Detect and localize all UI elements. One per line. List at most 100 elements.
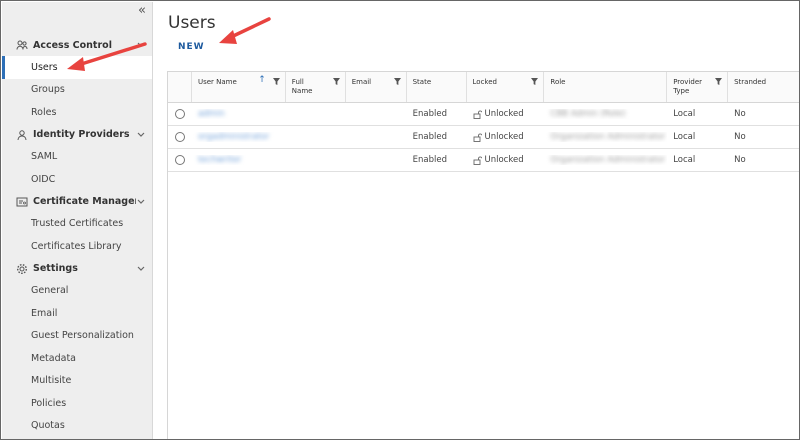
sidebar-item-email[interactable]: Email: [2, 302, 152, 325]
column-header-locked[interactable]: Locked: [467, 72, 545, 102]
page-title: Users: [168, 13, 216, 33]
column-label: Email: [351, 78, 372, 86]
sidebar-item-general[interactable]: General: [2, 280, 152, 303]
username-cell[interactable]: techwriter: [192, 155, 286, 165]
column-header-role[interactable]: Role: [544, 72, 668, 102]
locked-value: Unlocked: [484, 132, 524, 142]
column-label: Stranded: [734, 78, 767, 86]
username-cell[interactable]: admin: [192, 109, 286, 119]
sidebar-item-groups[interactable]: Groups: [2, 79, 152, 102]
role-cell: Organization Administrator: [544, 155, 667, 165]
column-header-provider-type[interactable]: Provider Type: [667, 72, 729, 102]
sidebar-group-label: Certificate Managem...: [33, 196, 136, 207]
username-cell[interactable]: orgadministrator: [192, 132, 286, 142]
sidebar-item-saml[interactable]: SAML: [2, 146, 152, 169]
locked-cell: Unlocked: [467, 109, 545, 119]
collapse-sidebar-icon[interactable]: «: [138, 4, 146, 18]
sidebar-group-label: Settings: [33, 263, 78, 274]
role-cell: Organization Administrator: [544, 132, 667, 142]
sidebar-group-settings[interactable]: Settings: [2, 258, 152, 280]
sidebar-group-certificate-management[interactable]: Certificate Managem...: [2, 191, 152, 213]
sidebar-item-trusted-certificates[interactable]: Trusted Certificates: [2, 213, 152, 236]
stranded-cell: No: [734, 155, 746, 165]
filter-icon[interactable]: [715, 78, 723, 85]
unlock-icon: [473, 156, 482, 165]
column-label: Full Name: [291, 78, 313, 95]
sidebar-group-identity-providers[interactable]: Identity Providers: [2, 124, 152, 146]
main-content: Users NEW User Name ↑ Full Name Email St…: [153, 2, 799, 439]
users-group-icon: [16, 39, 28, 51]
users-datagrid: User Name ↑ Full Name Email State Locked: [167, 71, 799, 439]
sidebar-item-guest-personalization[interactable]: Guest Personalization: [2, 325, 152, 348]
sidebar-item-certificates-library[interactable]: Certificates Library: [2, 235, 152, 258]
table-row[interactable]: orgadministrator Enabled Unlocked Organi…: [168, 126, 799, 149]
certificate-icon: [16, 196, 28, 208]
unlock-icon: [473, 133, 482, 142]
sidebar-nav: Access Control Users Groups Roles Identi…: [2, 34, 152, 437]
chevron-down-icon: [136, 130, 146, 140]
state-cell: Enabled: [412, 155, 447, 165]
gear-icon: [16, 263, 28, 275]
column-header-user-name[interactable]: User Name ↑: [192, 72, 286, 102]
sidebar-group-label: Identity Providers: [33, 129, 130, 140]
sort-ascending-icon[interactable]: ↑: [258, 76, 266, 85]
table-row[interactable]: admin Enabled Unlocked CBB Admin (Role) …: [168, 103, 799, 126]
select-column-header: [168, 72, 192, 102]
provider-cell: Local: [673, 155, 696, 165]
username-link[interactable]: techwriter: [198, 155, 242, 165]
sidebar-item-policies[interactable]: Policies: [2, 392, 152, 415]
new-user-button[interactable]: NEW: [178, 42, 205, 52]
chevron-down-icon: [136, 40, 146, 50]
filter-icon[interactable]: [393, 78, 401, 85]
chevron-down-icon: [136, 264, 146, 274]
filter-icon[interactable]: [332, 78, 340, 85]
stranded-cell: No: [734, 109, 746, 119]
column-header-state[interactable]: State: [407, 72, 467, 102]
stranded-cell: No: [734, 132, 746, 142]
row-select-radio[interactable]: [174, 132, 185, 142]
column-header-email[interactable]: Email: [346, 72, 407, 102]
provider-cell: Local: [673, 132, 696, 142]
unlock-icon: [473, 110, 482, 119]
sidebar-group-access-control[interactable]: Access Control: [2, 34, 152, 56]
locked-value: Unlocked: [484, 109, 524, 119]
filter-icon[interactable]: [531, 78, 539, 85]
username-link[interactable]: admin: [198, 109, 225, 119]
row-select-cell: [168, 109, 192, 119]
column-label: User Name: [197, 78, 237, 86]
column-label: Locked: [472, 78, 497, 86]
username-link[interactable]: orgadministrator: [198, 132, 269, 142]
sidebar-item-roles[interactable]: Roles: [2, 101, 152, 124]
column-label: Role: [550, 78, 566, 86]
sidebar-item-metadata[interactable]: Metadata: [2, 347, 152, 370]
role-value: Organization Administrator: [550, 132, 666, 142]
column-header-full-name[interactable]: Full Name: [286, 72, 346, 102]
row-select-radio[interactable]: [174, 155, 185, 165]
window-frame: « Access Control Users Groups Roles Iden…: [0, 0, 800, 440]
state-cell: Enabled: [412, 109, 447, 119]
state-cell: Enabled: [412, 132, 447, 142]
role-value: CBB Admin (Role): [550, 109, 626, 119]
sidebar-item-quotas[interactable]: Quotas: [2, 415, 152, 438]
sidebar-group-label: Access Control: [33, 39, 112, 51]
sidebar-item-oidc[interactable]: OIDC: [2, 168, 152, 191]
column-label: Provider Type: [673, 78, 703, 95]
chevron-down-icon: [136, 197, 146, 207]
row-select-radio[interactable]: [174, 109, 185, 119]
grid-header: User Name ↑ Full Name Email State Locked: [168, 72, 799, 103]
locked-cell: Unlocked: [467, 155, 545, 165]
sidebar: « Access Control Users Groups Roles Iden…: [2, 2, 153, 439]
table-row[interactable]: techwriter Enabled Unlocked Organization…: [168, 149, 799, 172]
locked-cell: Unlocked: [467, 132, 545, 142]
column-header-stranded[interactable]: Stranded: [728, 72, 799, 102]
row-select-cell: [168, 132, 192, 142]
row-select-cell: [168, 155, 192, 165]
id-card-icon: [16, 129, 28, 141]
provider-cell: Local: [673, 109, 696, 119]
sidebar-item-multisite[interactable]: Multisite: [2, 370, 152, 393]
filter-icon[interactable]: [272, 78, 280, 85]
role-value: Organization Administrator: [550, 155, 666, 165]
sidebar-item-users[interactable]: Users: [2, 56, 152, 79]
role-cell: CBB Admin (Role): [544, 109, 667, 119]
column-label: State: [412, 78, 432, 86]
